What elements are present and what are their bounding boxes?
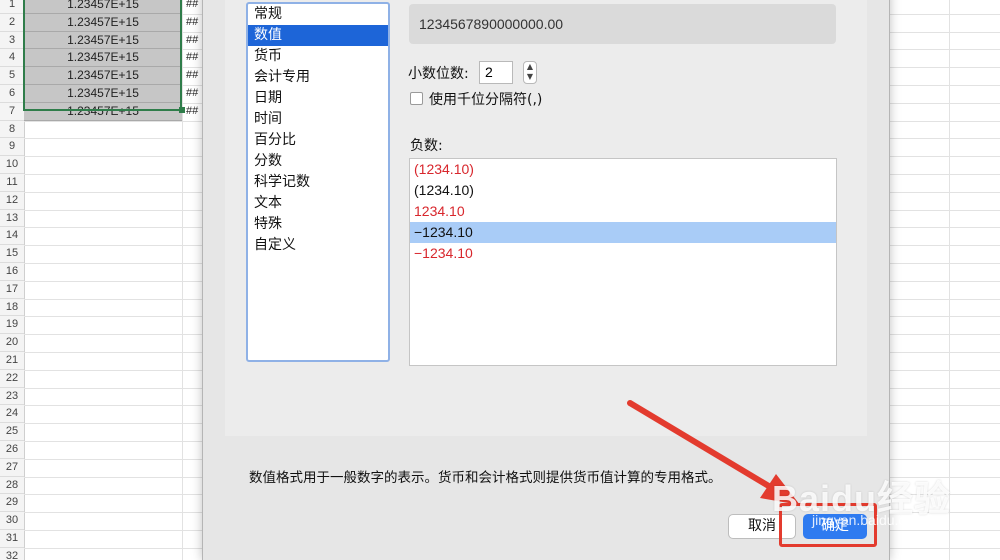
gridline-vertical xyxy=(182,0,183,560)
sample-preview: 1234567890000000.00 xyxy=(409,4,836,44)
cell-a[interactable]: 1.23457E+15 xyxy=(24,49,182,68)
category-item[interactable]: 时间 xyxy=(248,109,388,130)
row-header[interactable]: 18 xyxy=(0,299,24,317)
cell-a[interactable]: 1.23457E+15 xyxy=(24,0,182,14)
row-header[interactable]: 30 xyxy=(0,512,24,530)
thousands-separator-checkbox[interactable] xyxy=(410,92,423,105)
cell-b-overflow[interactable]: ## xyxy=(186,0,202,14)
category-item[interactable]: 会计专用 xyxy=(248,67,388,88)
row-headers: 1 2 3 4 5 6 7 8 9 10 11 12 13 14 15 16 17 18 19 20 21 22 23 24 2… xyxy=(0,0,25,560)
negative-format-option[interactable]: (1234.10) xyxy=(410,180,836,201)
negative-numbers-list[interactable]: (1234.10) (1234.10) 1234.10 −1234.10 −1234.1… xyxy=(409,158,837,366)
row-header[interactable]: 19 xyxy=(0,316,24,335)
cell-a[interactable]: 1.23457E+15 xyxy=(24,67,182,85)
row-header[interactable]: 6 xyxy=(0,85,24,103)
row-header[interactable]: 31 xyxy=(0,530,24,548)
cell-b-overflow[interactable]: ## xyxy=(186,32,202,50)
category-list[interactable]: 常规 数值 货币 会计专用 日期 时间 百分比 分数 科学记数 文本 特殊 自定义 xyxy=(246,2,390,362)
row-header[interactable]: 8 xyxy=(0,121,24,139)
row-header[interactable]: 4 xyxy=(0,49,24,68)
row-header[interactable]: 25 xyxy=(0,423,24,441)
negative-format-option[interactable]: 1234.10 xyxy=(410,201,836,222)
negative-numbers-label: 负数: xyxy=(410,138,443,154)
category-item[interactable]: 百分比 xyxy=(248,130,388,151)
cell-a[interactable]: 1.23457E+15 xyxy=(24,85,182,103)
decimal-places-label: 小数位数: xyxy=(408,66,469,82)
row-header[interactable]: 27 xyxy=(0,459,24,477)
row-header[interactable]: 16 xyxy=(0,263,24,281)
cell-a[interactable]: 1.23457E+15 xyxy=(24,102,182,121)
category-item[interactable]: 分数 xyxy=(248,151,388,172)
negative-format-option[interactable]: (1234.10) xyxy=(410,159,836,180)
decimal-places-input[interactable]: 2 xyxy=(479,61,513,84)
thousands-separator-label[interactable]: 使用千位分隔符(,) xyxy=(429,89,542,109)
row-header[interactable]: 24 xyxy=(0,405,24,424)
cell-b-overflow[interactable]: ## xyxy=(186,103,202,121)
category-item[interactable]: 文本 xyxy=(248,193,388,214)
row-header[interactable]: 20 xyxy=(0,334,24,352)
category-item[interactable]: 日期 xyxy=(248,88,388,109)
watermark-url: jingyan.baidu.com xyxy=(812,512,925,528)
cell-b-overflow[interactable]: ## xyxy=(186,67,202,85)
row-header[interactable]: 3 xyxy=(0,32,24,50)
row-header[interactable]: 5 xyxy=(0,67,24,85)
column-a-selection[interactable]: 1.23457E+15 1.23457E+15 1.23457E+15 1.23457… xyxy=(24,0,182,121)
row-header[interactable]: 1 xyxy=(0,0,24,14)
row-header[interactable]: 7 xyxy=(0,103,24,121)
decimal-places-stepper[interactable]: ▲ ▼ xyxy=(523,61,537,84)
category-item[interactable]: 数值 xyxy=(248,25,388,46)
category-item[interactable]: 特殊 xyxy=(248,214,388,235)
row-header[interactable]: 26 xyxy=(0,441,24,459)
cell-a[interactable]: 1.23457E+15 xyxy=(24,31,182,50)
row-header[interactable]: 32 xyxy=(0,548,24,560)
row-header[interactable]: 17 xyxy=(0,281,24,299)
cell-b-overflow[interactable]: ## xyxy=(186,14,202,32)
negative-format-option[interactable]: −1234.10 xyxy=(410,222,836,243)
stepper-down-icon[interactable]: ▼ xyxy=(524,72,536,82)
row-header[interactable]: 2 xyxy=(0,14,24,32)
category-item[interactable]: 科学记数 xyxy=(248,172,388,193)
cell-b-overflow[interactable]: ## xyxy=(186,85,202,103)
row-header[interactable]: 28 xyxy=(0,477,24,495)
category-item[interactable]: 常规 xyxy=(248,4,388,25)
fill-handle[interactable] xyxy=(179,107,185,113)
category-item[interactable]: 货币 xyxy=(248,46,388,67)
row-header[interactable]: 13 xyxy=(0,210,24,228)
row-header[interactable]: 22 xyxy=(0,370,24,388)
row-header[interactable]: 14 xyxy=(0,227,24,246)
format-description: 数值格式用于一般数字的表示。货币和会计格式则提供货币值计算的专用格式。 xyxy=(249,470,722,486)
cell-a[interactable]: 1.23457E+15 xyxy=(24,13,182,32)
negative-format-option[interactable]: −1234.10 xyxy=(410,243,836,264)
row-header[interactable]: 10 xyxy=(0,156,24,174)
row-header[interactable]: 9 xyxy=(0,138,24,157)
row-header[interactable]: 23 xyxy=(0,388,24,406)
category-item[interactable]: 自定义 xyxy=(248,235,388,256)
cell-b-overflow[interactable]: ## xyxy=(186,49,202,67)
stepper-up-icon[interactable]: ▲ xyxy=(524,62,536,72)
row-header[interactable]: 15 xyxy=(0,245,24,263)
row-header[interactable]: 11 xyxy=(0,174,24,192)
row-header[interactable]: 21 xyxy=(0,352,24,370)
row-header[interactable]: 29 xyxy=(0,494,24,513)
row-header[interactable]: 12 xyxy=(0,192,24,210)
